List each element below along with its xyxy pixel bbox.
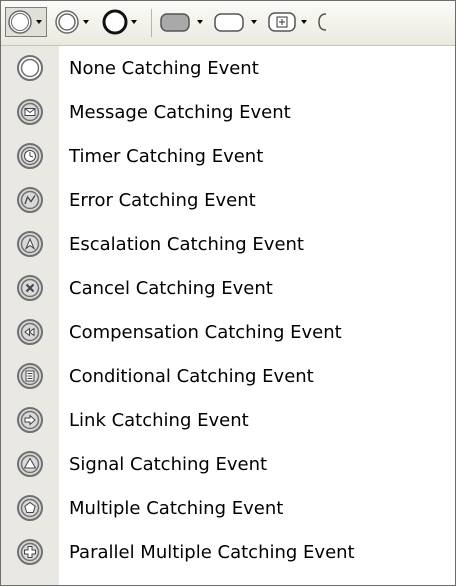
rounded-rectangle-filled-icon xyxy=(160,13,190,32)
menu-item-message-catching-event[interactable]: Message Catching Event xyxy=(1,90,455,134)
small-triangle-down-icon xyxy=(131,20,137,24)
conditional-event-icon xyxy=(1,354,59,398)
error-event-icon xyxy=(1,178,59,222)
compensation-event-icon xyxy=(1,310,59,354)
menu-item-label: Link Catching Event xyxy=(69,409,249,431)
signal-event-icon xyxy=(1,442,59,486)
small-triangle-down-icon xyxy=(197,20,203,24)
task-button[interactable] xyxy=(159,7,209,37)
menu-item-conditional-catching-event[interactable]: Conditional Catching Event xyxy=(1,354,455,398)
small-triangle-down-icon xyxy=(83,20,89,24)
menu-item-multiple-catching-event[interactable]: Multiple Catching Event xyxy=(1,486,455,530)
thin-circle-icon xyxy=(8,10,32,34)
menu-item-label: Error Catching Event xyxy=(69,189,256,211)
small-triangle-down-icon xyxy=(36,20,42,24)
cancel-event-icon xyxy=(1,266,59,310)
menu-item-cancel-catching-event[interactable]: Cancel Catching Event xyxy=(1,266,455,310)
boxed-plus-icon xyxy=(268,12,296,32)
menu-item-signal-catching-event[interactable]: Signal Catching Event xyxy=(1,442,455,486)
menu-item-compensation-catching-event[interactable]: Compensation Catching Event xyxy=(1,310,455,354)
menu-item-label: Cancel Catching Event xyxy=(69,277,273,299)
event-dropdown-window: None Catching Event Message Catching Eve… xyxy=(0,0,456,586)
timer-event-icon xyxy=(1,134,59,178)
rounded-rectangle-icon xyxy=(214,13,244,32)
small-triangle-down-icon xyxy=(301,20,307,24)
small-triangle-down-icon xyxy=(251,20,257,24)
menu-item-link-catching-event[interactable]: Link Catching Event xyxy=(1,398,455,442)
message-event-icon xyxy=(1,90,59,134)
menu-item-error-catching-event[interactable]: Error Catching Event xyxy=(1,178,455,222)
menu-item-label: Parallel Multiple Catching Event xyxy=(69,541,355,563)
menu-item-label: Conditional Catching Event xyxy=(69,365,314,387)
menu-item-none-catching-event[interactable]: None Catching Event xyxy=(1,46,455,90)
toolbar-separator xyxy=(151,9,152,37)
gateway-button[interactable] xyxy=(267,7,313,37)
none-event-double-button[interactable] xyxy=(53,7,95,37)
menu-item-label: Timer Catching Event xyxy=(69,145,264,167)
escalation-event-icon xyxy=(1,222,59,266)
menu-item-escalation-catching-event[interactable]: Escalation Catching Event xyxy=(1,222,455,266)
menu-item-label: None Catching Event xyxy=(69,57,259,79)
menu-item-label: Message Catching Event xyxy=(69,101,291,123)
toolbar xyxy=(1,1,455,46)
multiple-event-icon xyxy=(1,486,59,530)
none-event-thick-button[interactable] xyxy=(101,7,143,37)
link-event-icon xyxy=(1,398,59,442)
thick-circle-icon xyxy=(102,9,128,35)
none-event-icon xyxy=(1,46,59,90)
double-circle-icon xyxy=(55,10,79,34)
event-type-menu: None Catching Event Message Catching Eve… xyxy=(1,46,455,585)
toolbar-overflow-shape[interactable] xyxy=(315,7,327,37)
parallel-multiple-event-icon xyxy=(1,530,59,574)
menu-item-label: Compensation Catching Event xyxy=(69,321,342,343)
menu-item-label: Signal Catching Event xyxy=(69,453,268,475)
menu-item-timer-catching-event[interactable]: Timer Catching Event xyxy=(1,134,455,178)
menu-item-label: Escalation Catching Event xyxy=(69,233,304,255)
subprocess-button[interactable] xyxy=(213,7,263,37)
menu-item-parallel-multiple-catching-event[interactable]: Parallel Multiple Catching Event xyxy=(1,530,455,574)
menu-item-label: Multiple Catching Event xyxy=(69,497,284,519)
none-event-thin-button[interactable] xyxy=(5,7,47,37)
